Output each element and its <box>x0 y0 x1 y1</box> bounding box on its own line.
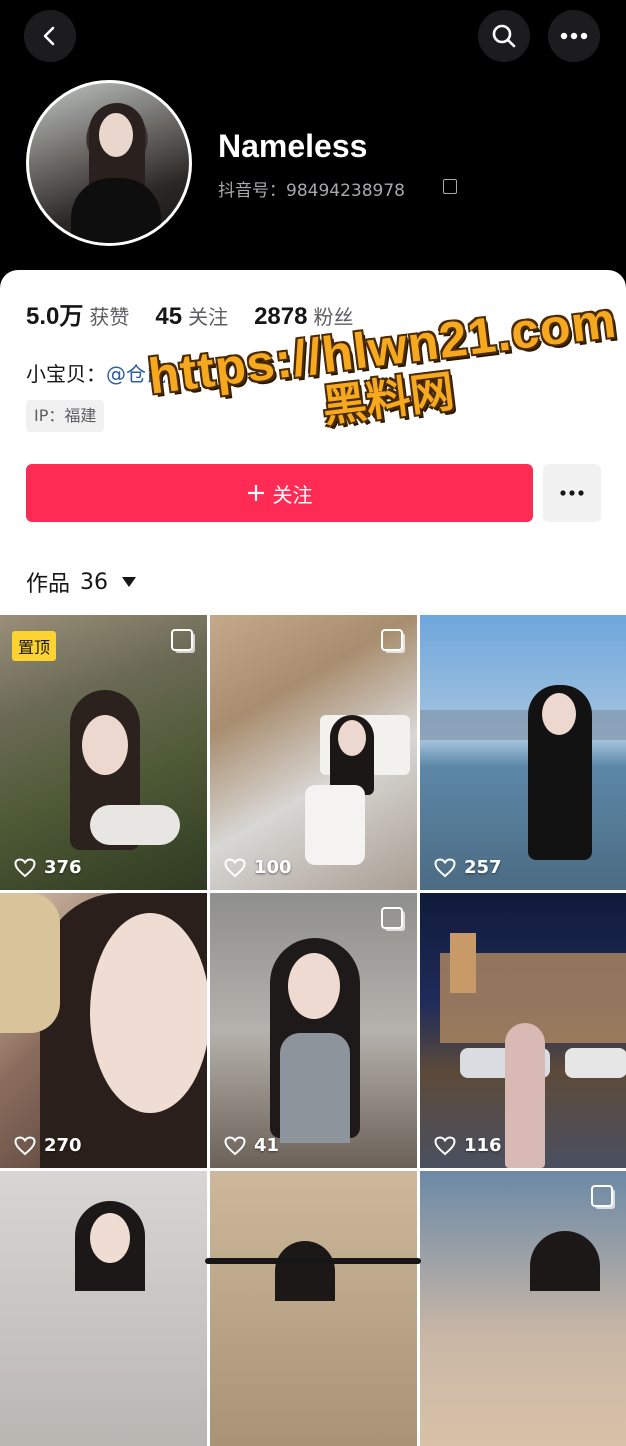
avatar-body <box>71 178 161 243</box>
video-subject-face <box>90 1213 130 1263</box>
search-button[interactable] <box>478 10 530 62</box>
like-count-value: 116 <box>464 1135 502 1156</box>
douyin-id: 抖音号：98494238978 <box>218 181 405 201</box>
multi-image-icon <box>171 629 193 651</box>
copy-icon[interactable] <box>443 179 457 194</box>
like-count-value: 270 <box>44 1135 82 1156</box>
home-indicator <box>205 1258 421 1264</box>
ip-location-tag: IP：福建 <box>26 400 105 432</box>
like-count: 41 <box>224 1135 279 1156</box>
video-subject-face <box>288 953 340 1019</box>
followers-count[interactable]: 2878 <box>254 303 307 331</box>
video-grid: 置顶 376 100 257 270 41 116 <box>0 615 626 1446</box>
plus-icon <box>247 485 264 501</box>
works-label: 作品 <box>26 572 71 597</box>
video-tile[interactable] <box>0 1171 207 1446</box>
multi-image-icon <box>591 1185 613 1207</box>
video-subject-hair <box>275 1241 335 1301</box>
like-count: 257 <box>434 857 502 878</box>
more-dots-icon <box>560 32 588 40</box>
video-subject-legs <box>305 785 365 865</box>
follow-button[interactable]: 关注 <box>26 464 533 522</box>
works-count: 36 <box>80 569 109 595</box>
pinned-badge: 置顶 <box>12 631 57 661</box>
multi-image-icon <box>381 629 403 651</box>
video-subject-face <box>82 715 128 775</box>
avatar-face <box>99 113 133 157</box>
video-tile[interactable]: 置顶 376 <box>0 615 207 890</box>
chevron-left-icon <box>43 26 55 46</box>
video-subject <box>505 1023 545 1168</box>
likes-label[interactable]: 获赞 <box>89 301 129 330</box>
video-tile[interactable]: 270 <box>0 893 207 1168</box>
like-count-value: 41 <box>254 1135 280 1156</box>
video-subject-face <box>90 913 207 1113</box>
following-label[interactable]: 关注 <box>188 301 228 330</box>
like-count-value: 376 <box>44 857 82 878</box>
video-tile[interactable] <box>420 1171 626 1446</box>
follow-more-button[interactable] <box>543 464 601 522</box>
avatar[interactable] <box>26 80 192 246</box>
video-subject-dress <box>280 1033 350 1143</box>
multi-image-icon <box>381 907 403 929</box>
bio-text: 小宝贝： <box>26 362 106 386</box>
video-tile[interactable]: 41 <box>210 893 417 1168</box>
like-count: 376 <box>14 857 82 878</box>
video-subject-face <box>542 693 576 735</box>
video-hat <box>0 893 60 1033</box>
like-count-value: 257 <box>464 857 502 878</box>
like-count-value: 100 <box>254 857 292 878</box>
video-tile[interactable]: 116 <box>420 893 626 1168</box>
bio: 小宝贝：@仓鼠 <box>26 358 166 387</box>
heart-icon <box>14 1135 36 1155</box>
video-subject-skirt <box>90 805 180 845</box>
video-tile[interactable]: 257 <box>420 615 626 890</box>
follow-label: 关注 <box>272 482 313 507</box>
following-count[interactable]: 45 <box>155 303 182 331</box>
video-tower <box>450 933 476 993</box>
works-tab[interactable]: 作品 36 <box>26 566 137 598</box>
more-dots-icon <box>560 490 584 496</box>
heart-icon <box>434 857 456 877</box>
more-options-button[interactable] <box>548 10 600 62</box>
heart-icon <box>434 1135 456 1155</box>
video-skyline <box>420 710 626 740</box>
video-tile[interactable]: 100 <box>210 615 417 890</box>
like-count: 100 <box>224 857 292 878</box>
like-count: 116 <box>434 1135 502 1156</box>
video-tile[interactable] <box>210 1171 417 1446</box>
heart-icon <box>224 857 246 877</box>
profile-name: Nameless <box>218 128 368 164</box>
search-icon <box>492 24 516 48</box>
video-subject-hair <box>530 1231 600 1291</box>
video-subject-face <box>338 720 366 756</box>
likes-count[interactable]: 5.0万 <box>26 296 83 331</box>
video-car <box>565 1048 626 1078</box>
heart-icon <box>224 1135 246 1155</box>
back-button[interactable] <box>24 10 76 62</box>
caret-down-icon <box>122 577 137 587</box>
like-count: 270 <box>14 1135 82 1156</box>
heart-icon <box>14 857 36 877</box>
